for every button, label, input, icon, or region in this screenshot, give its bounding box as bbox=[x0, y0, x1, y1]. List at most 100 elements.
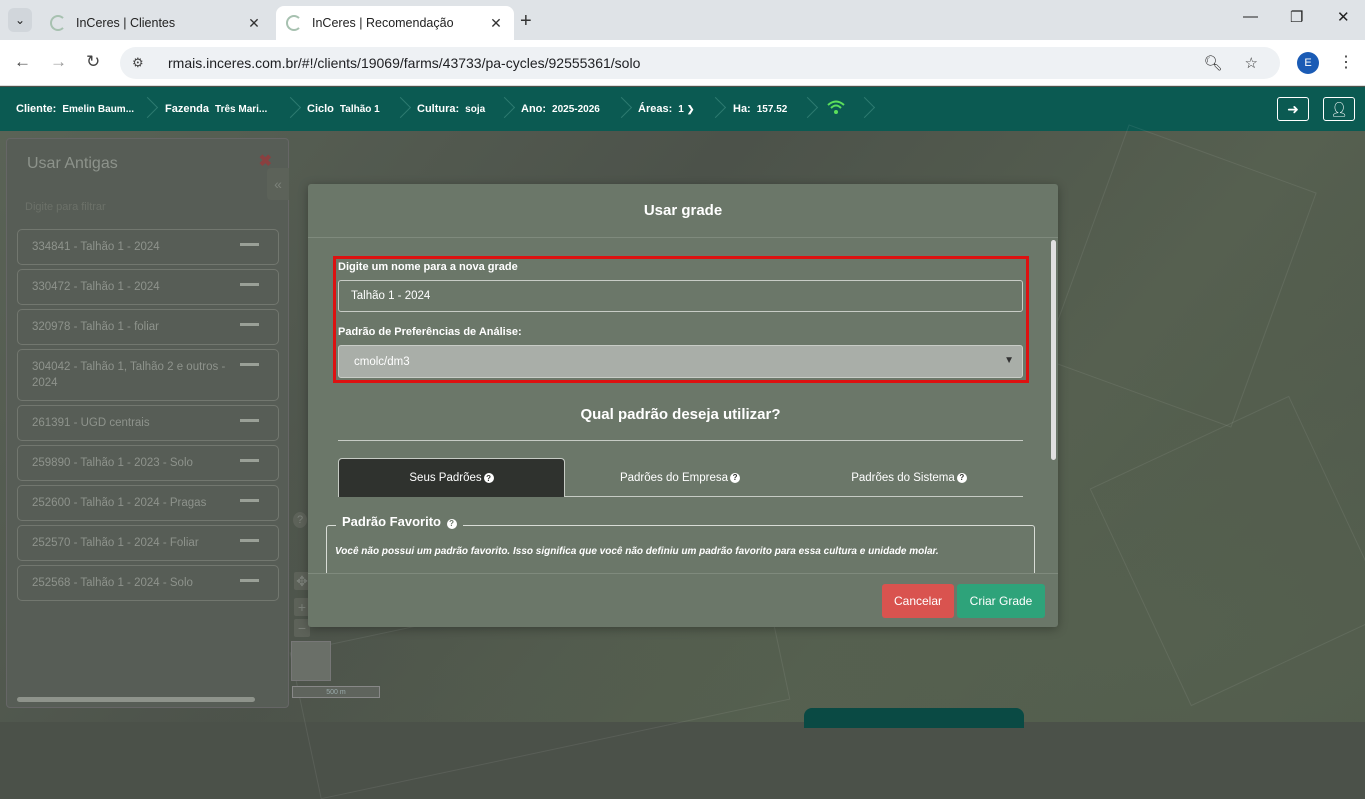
item-menu-icon[interactable]: ▬▬ bbox=[240, 532, 259, 548]
browser-tab-recomendacao[interactable]: InCeres | Recomendação ✕ bbox=[276, 6, 514, 40]
chevron-down-icon[interactable]: ❯ bbox=[687, 104, 695, 115]
crumb-value: Emelin Baum... bbox=[62, 103, 135, 115]
list-item-label: 334841 - Talhão 1 - 2024 bbox=[32, 241, 160, 253]
list-item[interactable]: 334841 - Talhão 1 - 2024 ▬▬ bbox=[17, 229, 279, 265]
crumb-label: Fazenda bbox=[165, 103, 210, 115]
url-text[interactable]: rmais.inceres.com.br/#!/clients/19069/fa… bbox=[168, 55, 1204, 71]
minimap[interactable] bbox=[291, 641, 331, 681]
new-tab-icon[interactable]: + bbox=[520, 10, 532, 33]
tab-search-button[interactable]: ⌄ bbox=[8, 8, 32, 32]
create-grid-button[interactable]: Criar Grade bbox=[957, 584, 1045, 618]
chevron-down-icon: ⌄ bbox=[14, 13, 26, 27]
reload-icon[interactable]: ↻ bbox=[86, 52, 100, 72]
list-item[interactable]: 261391 - UGD centrais ▬▬ bbox=[17, 405, 279, 441]
tab-title: InCeres | Recomendação bbox=[312, 16, 454, 30]
list-item[interactable]: 304042 - Talhão 1, Talhão 2 e outros - 2… bbox=[17, 349, 279, 401]
horizontal-scrollbar[interactable] bbox=[17, 697, 255, 702]
help-icon[interactable]: ? bbox=[446, 518, 457, 529]
help-icon[interactable]: ? bbox=[483, 473, 494, 483]
modal-body: Digite um nome para a nova grade Talhão … bbox=[308, 238, 1058, 573]
item-menu-icon[interactable]: ▬▬ bbox=[240, 356, 259, 372]
crumb-label: Ha: bbox=[733, 103, 751, 115]
crumb-cliente[interactable]: Cliente: Emelin Baum... bbox=[16, 87, 134, 131]
filter-input[interactable]: Digite para filtrar bbox=[25, 201, 106, 213]
crumb-areas[interactable]: Áreas: 1 ❯ bbox=[638, 87, 694, 131]
restore-icon[interactable]: ❐ bbox=[1290, 8, 1303, 26]
map-field bbox=[1089, 395, 1365, 707]
chevron-right-icon bbox=[708, 95, 722, 123]
tab-seus-padroes[interactable]: Seus Padrões? bbox=[338, 458, 565, 497]
item-menu-icon[interactable]: ▬▬ bbox=[240, 316, 259, 332]
cancel-button[interactable]: Cancelar bbox=[882, 584, 954, 618]
zoom-icon[interactable]: 🔍︎ bbox=[1204, 54, 1223, 72]
close-window-icon[interactable]: ✕ bbox=[1337, 8, 1350, 26]
grid-name-input[interactable]: Talhão 1 - 2024 bbox=[338, 280, 1023, 312]
browser-tab-strip: ⌄ InCeres | Clientes ✕ InCeres | Recomen… bbox=[0, 0, 1365, 40]
minimize-icon[interactable]: — bbox=[1243, 8, 1258, 25]
help-icon[interactable]: ? bbox=[956, 472, 967, 483]
crumb-cultura[interactable]: Cultura: soja bbox=[417, 87, 485, 131]
pref-select[interactable]: cmolc/dm3 ▼ bbox=[338, 345, 1023, 378]
item-menu-icon[interactable]: ▬▬ bbox=[240, 572, 259, 588]
question-heading: Qual padrão deseja utilizar? bbox=[580, 406, 781, 423]
crumb-ha: Ha: 157.52 bbox=[733, 87, 787, 131]
site-settings-icon[interactable]: ⚙ bbox=[132, 55, 154, 71]
back-arrow-button[interactable]: ➜ bbox=[1277, 97, 1309, 121]
back-icon[interactable]: ← bbox=[14, 52, 31, 72]
item-menu-icon[interactable]: ▬▬ bbox=[240, 276, 259, 292]
chevron-right-icon bbox=[393, 95, 407, 123]
usar-grade-modal: Usar grade Digite um nome para a nova gr… bbox=[308, 184, 1058, 627]
tab-label: Seus Padrões bbox=[409, 472, 482, 484]
chevron-right-icon bbox=[614, 95, 628, 123]
forward-icon[interactable]: → bbox=[50, 52, 67, 72]
inceres-favicon-icon bbox=[286, 15, 302, 31]
divider bbox=[338, 440, 1023, 441]
map-scale: 500 m bbox=[292, 686, 380, 698]
arrow-left-icon: ➜ bbox=[1287, 100, 1299, 117]
tab-label: Padrões do Empresa bbox=[619, 471, 729, 484]
list-item[interactable]: 252570 - Talhão 1 - 2024 - Foliar ▬▬ bbox=[17, 525, 279, 561]
close-tab-icon[interactable]: ✕ bbox=[246, 15, 262, 32]
item-menu-icon[interactable]: ▬▬ bbox=[240, 452, 259, 468]
help-icon[interactable]: ? bbox=[293, 512, 307, 528]
crumb-ano[interactable]: Ano: 2025-2026 bbox=[521, 87, 600, 131]
crumb-value: 1 bbox=[678, 103, 684, 115]
map-field bbox=[1043, 124, 1317, 428]
bookmark-star-icon[interactable]: ☆ bbox=[1245, 54, 1258, 72]
user-icon: 👤︎ bbox=[1330, 100, 1348, 117]
list-item[interactable]: 320978 - Talhão 1 - foliar ▬▬ bbox=[17, 309, 279, 345]
item-menu-icon[interactable]: ▬▬ bbox=[240, 236, 259, 252]
close-tab-icon[interactable]: ✕ bbox=[488, 15, 504, 32]
list-item[interactable]: 330472 - Talhão 1 - 2024 ▬▬ bbox=[17, 269, 279, 305]
crumb-value: 157.52 bbox=[756, 103, 788, 115]
bottom-panel-tab[interactable] bbox=[804, 708, 1024, 728]
list-item-label: 259890 - Talhão 1 - 2023 - Solo bbox=[32, 457, 193, 469]
list-item-label: 320978 - Talhão 1 - foliar bbox=[32, 321, 160, 333]
item-menu-icon[interactable]: ▬▬ bbox=[240, 492, 259, 508]
item-menu-icon[interactable]: ▬▬ bbox=[240, 412, 259, 428]
profile-avatar[interactable]: E bbox=[1297, 52, 1319, 74]
crumb-fazenda[interactable]: Fazenda Três Mari... bbox=[165, 87, 267, 131]
pref-label: Padrão de Preferências de Análise: bbox=[338, 326, 522, 338]
chevron-right-icon bbox=[857, 95, 871, 123]
collapse-panel-icon[interactable]: « bbox=[267, 168, 289, 200]
tab-padroes-sistema[interactable]: Padrões do Sistema? bbox=[795, 458, 1023, 497]
inceres-favicon-icon bbox=[50, 15, 66, 31]
list-item[interactable]: 252568 - Talhão 1 - 2024 - Solo ▬▬ bbox=[17, 565, 279, 601]
crumb-value: soja bbox=[465, 103, 486, 115]
browser-tab-clientes[interactable]: InCeres | Clientes ✕ bbox=[40, 6, 272, 40]
list-item-label: 261391 - UGD centrais bbox=[32, 417, 150, 429]
crumb-label: Ano: bbox=[521, 103, 547, 115]
list-item[interactable]: 259890 - Talhão 1 - 2023 - Solo ▬▬ bbox=[17, 445, 279, 481]
list-item[interactable]: 252600 - Talhão 1 - 2024 - Pragas ▬▬ bbox=[17, 485, 279, 521]
tab-padroes-empresa[interactable]: Padrões do Empresa? bbox=[565, 458, 795, 497]
crumb-value: Três Mari... bbox=[215, 103, 268, 115]
crumb-ciclo[interactable]: Ciclo Talhão 1 bbox=[307, 87, 380, 131]
omnibox[interactable]: ⚙ rmais.inceres.com.br/#!/clients/19069/… bbox=[120, 47, 1280, 79]
wifi-status-icon bbox=[826, 99, 846, 120]
help-icon[interactable]: ? bbox=[730, 472, 741, 483]
chevron-down-icon: ▼ bbox=[1004, 355, 1014, 366]
user-button[interactable]: 👤︎ bbox=[1323, 97, 1355, 121]
favorite-title: Padrão Favorito bbox=[342, 514, 441, 529]
browser-menu-icon[interactable]: ⋮ bbox=[1338, 52, 1354, 72]
